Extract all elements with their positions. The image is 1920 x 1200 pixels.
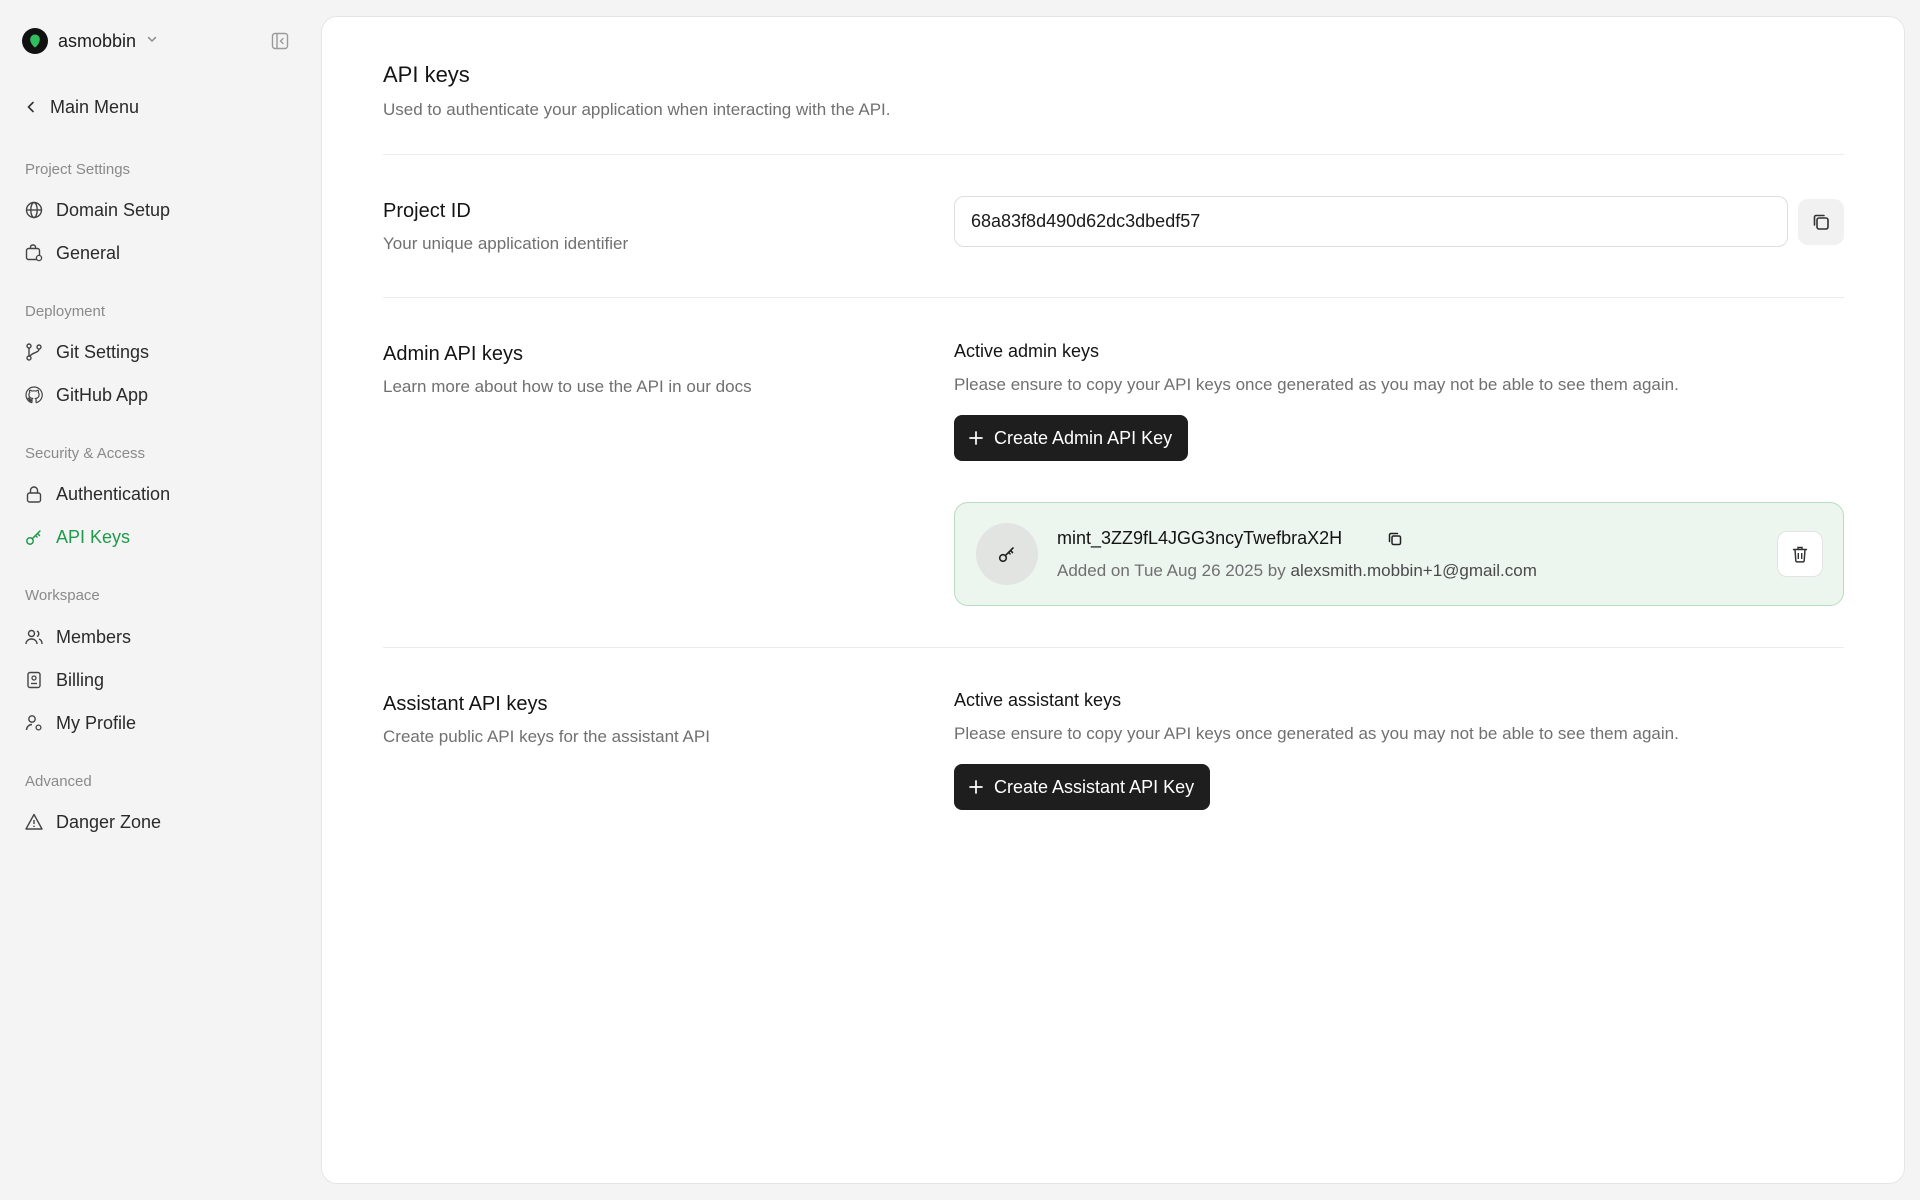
sidebar-item-label: GitHub App (56, 384, 149, 405)
sidebar-item-label: Git Settings (56, 341, 150, 362)
nav-group-deployment: Deployment (25, 303, 106, 320)
trash-icon (1792, 546, 1808, 563)
main-menu-label: Main Menu (50, 96, 140, 117)
assistant-keys-title: Assistant API keys (383, 693, 548, 715)
create-admin-api-key-button[interactable]: Create Admin API Key (954, 415, 1189, 461)
divider (383, 647, 1844, 648)
sidebar-item-billing[interactable]: Billing (24, 664, 104, 696)
project-id-value: 68a83f8d490d62dc3dbedf57 (971, 211, 1201, 231)
sidebar-item-authentication[interactable]: Authentication (24, 478, 170, 510)
page-subtitle: Used to authenticate your application wh… (383, 100, 891, 119)
sidebar-item-danger-zone[interactable]: Danger Zone (24, 806, 161, 838)
sidebar-item-api-keys[interactable]: API Keys (24, 521, 130, 553)
workspace-name: asmobbin (58, 30, 137, 51)
chevron-left-icon (27, 101, 34, 113)
key-icon (976, 523, 1038, 585)
workspace-switcher[interactable]: asmobbin (22, 26, 158, 56)
copy-admin-key-button[interactable] (1385, 529, 1405, 549)
create-admin-api-key-label: Create Admin API Key (994, 427, 1173, 448)
project-id-field[interactable]: 68a83f8d490d62dc3dbedf57 (954, 196, 1788, 247)
sidebar-item-label: Authentication (56, 483, 171, 504)
main-menu-link[interactable]: Main Menu (24, 92, 139, 122)
copy-icon (1813, 214, 1829, 230)
key-icon (24, 527, 44, 547)
page-title: API keys (383, 62, 470, 87)
receipt-icon (24, 670, 44, 690)
lock-icon (24, 484, 44, 504)
warning-icon (24, 812, 44, 832)
nav-group-project-settings: Project Settings (25, 161, 131, 178)
assistant-keys-note: Please ensure to copy your API keys once… (954, 724, 1679, 743)
admin-keys-title: Admin API keys (383, 343, 524, 365)
copy-project-id-button[interactable] (1798, 199, 1844, 245)
github-icon (24, 385, 44, 405)
sidebar-collapse-icon (271, 32, 289, 50)
sidebar-item-label: API Keys (56, 526, 131, 547)
plus-icon (969, 780, 983, 794)
admin-key-meta: Added on Tue Aug 26 2025 by alexsmith.mo… (1057, 561, 1537, 581)
create-assistant-api-key-label: Create Assistant API Key (994, 776, 1195, 797)
delete-admin-key-button[interactable] (1777, 531, 1823, 577)
admin-key-name: mint_3ZZ9fL4JGG3ncyTwefbraX2H (1057, 528, 1343, 548)
assistant-keys-subtitle: Create public API keys for the assistant… (383, 727, 710, 746)
settings-bag-icon (24, 243, 44, 263)
user-gear-icon (24, 713, 44, 733)
divider (383, 154, 1844, 155)
sidebar-item-git-settings[interactable]: Git Settings (24, 336, 149, 368)
main-panel: API keys Used to authenticate your appli… (321, 16, 1905, 1184)
sidebar-item-general[interactable]: General (24, 237, 120, 269)
nav-group-advanced: Advanced (25, 773, 92, 790)
admin-keys-note: Please ensure to copy your API keys once… (954, 375, 1679, 394)
admin-key-added: Added on Tue Aug 26 2025 by (1057, 561, 1286, 580)
plus-icon (969, 431, 983, 445)
globe-icon (24, 200, 44, 220)
copy-icon (1388, 532, 1402, 546)
sidebar-item-label: Billing (56, 669, 105, 690)
sidebar: asmobbin Main Menu Project Settings Doma… (0, 0, 320, 1200)
admin-keys-subtitle: Learn more about how to use the API in o… (383, 377, 752, 396)
nav-group-security-access: Security & Access (25, 445, 146, 462)
sidebar-item-label: Members (56, 626, 132, 647)
active-admin-keys-label: Active admin keys (954, 341, 1100, 361)
divider (383, 297, 1844, 298)
admin-key-email: alexsmith.mobbin+1@gmail.com (1290, 561, 1537, 580)
sidebar-item-members[interactable]: Members (24, 621, 131, 653)
collapse-sidebar-button[interactable] (268, 30, 292, 52)
project-id-subtitle: Your unique application identifier (383, 234, 629, 253)
workspace-logo-icon (22, 28, 48, 54)
project-id-title: Project ID (383, 200, 471, 222)
sidebar-item-label: Danger Zone (56, 811, 162, 832)
sidebar-item-my-profile[interactable]: My Profile (24, 707, 136, 739)
sidebar-item-label: My Profile (56, 712, 137, 733)
create-assistant-api-key-button[interactable]: Create Assistant API Key (954, 764, 1211, 810)
nav-group-workspace: Workspace (25, 587, 100, 604)
git-branch-icon (24, 342, 44, 362)
sidebar-item-label: Domain Setup (56, 199, 171, 220)
sidebar-item-github-app[interactable]: GitHub App (24, 379, 148, 411)
admin-key-card: mint_3ZZ9fL4JGG3ncyTwefbraX2H Added on T… (954, 502, 1844, 606)
sidebar-item-label: General (56, 242, 121, 263)
sidebar-item-domain-setup[interactable]: Domain Setup (24, 194, 170, 226)
users-icon (24, 627, 44, 647)
active-assistant-keys-label: Active assistant keys (954, 690, 1122, 710)
chevron-down-icon (146, 32, 158, 50)
